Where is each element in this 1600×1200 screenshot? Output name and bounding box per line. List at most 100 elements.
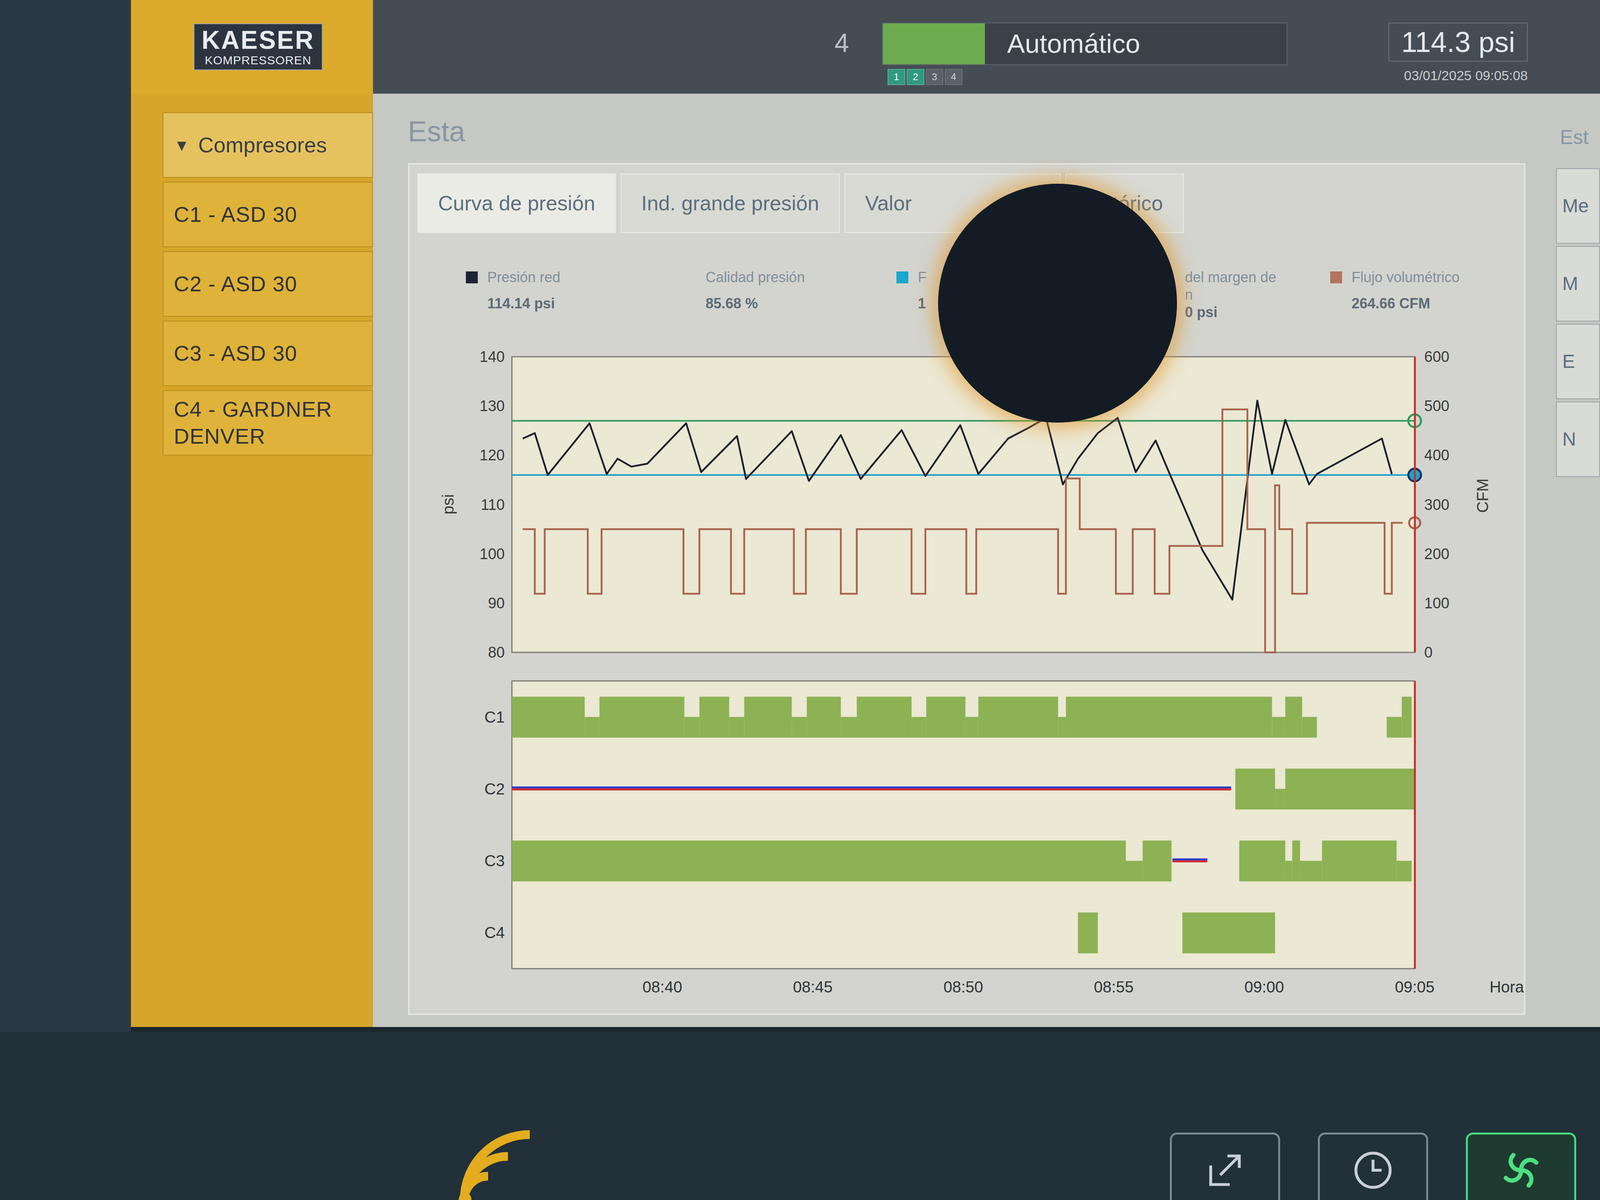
cfm-tick: 600 <box>1424 348 1450 366</box>
load-bar <box>1077 912 1098 954</box>
cfm-axis-label: CFM <box>1473 478 1492 514</box>
timeline-segment <box>1386 717 1402 738</box>
side-button[interactable]: Me <box>1555 168 1600 244</box>
cfm-tick: 400 <box>1424 446 1450 464</box>
hardware-key[interactable] <box>1317 1132 1429 1200</box>
idle-bar <box>791 717 807 738</box>
left-bezel <box>0 0 131 1032</box>
fault-line-red <box>1172 860 1208 863</box>
load-bar <box>1285 768 1415 810</box>
screen-obstruction <box>938 183 1177 423</box>
timeline-segment <box>806 696 841 738</box>
psi-tick: 80 <box>488 644 505 661</box>
load-bar <box>926 696 966 738</box>
timeline-segment <box>840 717 857 738</box>
idle-bar <box>584 717 600 738</box>
page-title: Esta <box>407 109 1526 154</box>
timeline-segment <box>1401 696 1412 738</box>
timeline-segment <box>1182 912 1276 954</box>
limit-line <box>511 474 1415 476</box>
timeline-segment <box>1301 717 1317 738</box>
screen-body: ▼CompresoresC1 - ASD 30C2 - ASD 30C3 - A… <box>130 93 1600 1027</box>
cfm-tick: 300 <box>1424 496 1450 514</box>
cfm-tick: 0 <box>1424 644 1433 661</box>
sidebar-item[interactable]: C3 - ASD 30 <box>162 320 374 387</box>
timeline-segment <box>1172 858 1208 863</box>
idle-bar <box>840 717 857 738</box>
timeline-segment <box>1235 768 1275 810</box>
legend-value: 85.68 % <box>705 294 897 313</box>
timeline-segment <box>699 696 729 738</box>
compressor-row-label: C4 <box>484 923 505 942</box>
legend-item: del margen den0 psi <box>1184 268 1331 322</box>
fan-icon <box>1497 1146 1545 1195</box>
tab[interactable]: Ind. grande presión <box>620 173 840 233</box>
screen-row: KAESERKOMPRESSOREN4Automático1234114.3 p… <box>0 0 1600 1032</box>
legend-label-row: Presión red <box>465 268 706 287</box>
sidebar-item[interactable]: C4 - GARDNER DENVER <box>162 390 374 456</box>
idle-bar <box>1057 717 1066 738</box>
fault-line-blue <box>1172 858 1208 861</box>
timeline-segment <box>1285 768 1415 810</box>
load-bar <box>511 696 585 738</box>
station-count: 4 <box>834 22 871 64</box>
idle-bar <box>684 717 700 738</box>
pressure-line <box>522 400 1392 600</box>
sidebar-item[interactable]: C1 - ASD 30 <box>162 181 374 248</box>
kaeser-logo: KAESERKOMPRESSOREN <box>193 23 323 71</box>
timeline-segment <box>856 696 912 738</box>
psi-tick: 140 <box>479 348 505 366</box>
psi-tick: 100 <box>479 545 505 563</box>
psi-axis-label: psi <box>439 494 457 515</box>
fault-line-blue <box>511 786 1231 789</box>
psi-tick: 90 <box>488 594 505 612</box>
time-tick: 08:55 <box>1094 978 1134 996</box>
legend-spacer <box>1330 286 1505 295</box>
timeline-segment <box>1057 717 1066 738</box>
time-tick: 09:05 <box>1394 978 1435 996</box>
sidebar-group[interactable]: ▼Compresores <box>162 112 374 178</box>
legend-spacer <box>465 286 706 295</box>
legend-label: Flujo volumétrico <box>1351 268 1460 287</box>
side-button[interactable]: M <box>1555 246 1600 322</box>
date-time: 03/01/2025 09:05:08 <box>1403 65 1528 86</box>
timeline-segment <box>1077 912 1098 954</box>
load-bar <box>806 696 841 738</box>
time-tick: 09:00 <box>1244 978 1285 996</box>
fault-line-red <box>511 788 1231 791</box>
hardware-key[interactable] <box>1169 1132 1281 1200</box>
hardware-key[interactable] <box>1465 1132 1577 1200</box>
logo-area: KAESERKOMPRESSOREN <box>130 0 374 94</box>
idle-bar <box>1386 717 1402 738</box>
load-bar <box>1235 768 1275 810</box>
sidebar: ▼CompresoresC1 - ASD 30C2 - ASD 30C3 - A… <box>130 93 374 1027</box>
idle-bar <box>911 717 927 738</box>
compressor-row-label: C3 <box>484 851 505 870</box>
side-button[interactable]: E <box>1555 323 1600 400</box>
legend-label: del margen de <box>1184 268 1277 287</box>
timeline-segment <box>911 717 927 738</box>
sidebar-item[interactable]: C2 - ASD 30 <box>162 251 374 317</box>
timeline-segment <box>1292 840 1300 882</box>
legend-value: 114.14 psi <box>465 294 706 313</box>
load-bar <box>744 696 792 738</box>
mode-label: Automático <box>984 27 1287 60</box>
timeline-area <box>511 680 1415 969</box>
sigma-logo-icon <box>436 1108 540 1200</box>
timeline-segment <box>1396 860 1412 882</box>
mode-group: Automático1234 <box>882 22 1288 85</box>
hmi-device: KAESERKOMPRESSOREN4Automático1234114.3 p… <box>0 0 1600 1200</box>
now-line <box>1413 680 1416 969</box>
legend-label-continued: n <box>1184 286 1331 304</box>
load-bar <box>699 696 729 738</box>
psi-tick: 110 <box>480 496 505 514</box>
tab[interactable]: Curva de presión <box>417 173 616 233</box>
idle-bar <box>1300 860 1322 882</box>
hardware-keys <box>1169 1132 1577 1200</box>
pressure-group: 114.3 psi03/01/2025 09:05:08 <box>1388 22 1528 86</box>
timeline-segment <box>729 717 745 738</box>
indicator: 4 <box>944 69 963 85</box>
side-button[interactable]: N <box>1555 401 1600 477</box>
timeline-segment <box>1142 840 1172 882</box>
clock-icon <box>1349 1146 1397 1195</box>
